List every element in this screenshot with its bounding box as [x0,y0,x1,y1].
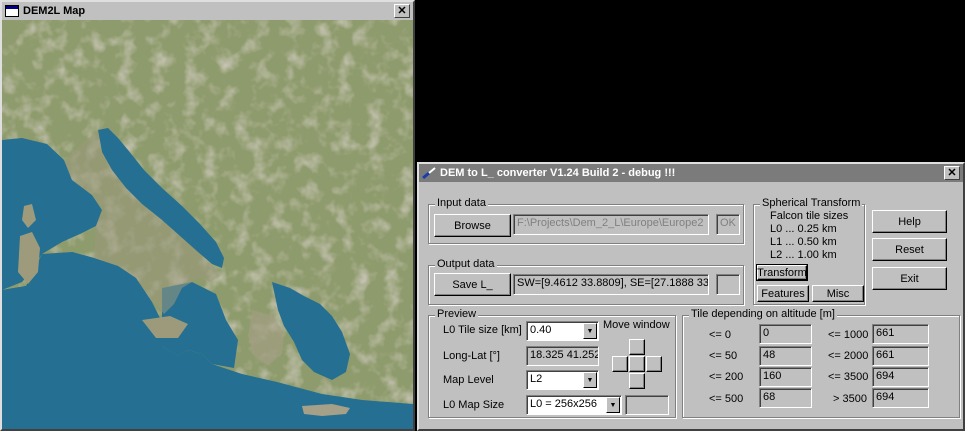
altitude-right-label: <= 2000 [828,350,869,362]
converter-window-title: DEM to L_ converter V1.24 Build 2 - debu… [440,167,676,179]
altitude-left-label: <= 500 [709,393,744,405]
misc-button[interactable]: Misc [812,285,864,302]
altitude-left-value[interactable]: 68 [759,388,812,408]
browse-button[interactable]: Browse [434,214,511,237]
tile-size-value: 0.40 [530,324,552,336]
tile-size-select[interactable]: 0.40 ▼ [526,321,599,341]
spherical-transform-label: Spherical Transform [760,197,863,209]
input-path-field[interactable]: F:\Projects\Dem_2_L\Europe\Europe2 [513,214,709,235]
chevron-down-icon[interactable]: ▼ [583,323,597,339]
window-icon [5,5,19,17]
longlat-label: Long-Lat [°] [443,350,500,362]
map-level-value: L2 [530,373,543,385]
reset-button[interactable]: Reset [872,238,947,261]
exit-button[interactable]: Exit [872,267,947,290]
help-button[interactable]: Help [872,210,947,233]
preview-label: Preview [435,308,479,320]
map-size-label: L0 Map Size [443,399,505,411]
move-up-button[interactable] [629,339,645,355]
move-window-label: Move window [603,319,670,331]
map-window: DEM2L Map ✕ [0,0,415,431]
altitude-right-value[interactable]: 694 [872,388,929,408]
altitude-left-value[interactable]: 0 [759,324,812,344]
map-size-value: L0 = 256x256 [530,398,597,410]
app-icon [422,167,436,179]
move-down-button[interactable] [629,373,645,389]
move-center-button[interactable] [629,356,645,372]
longlat-field: 18.325 41.252 [526,346,599,366]
altitude-group-label: Tile depending on altitude [m] [689,308,837,320]
transform-button[interactable]: Transform [756,264,808,281]
output-extra-field [716,274,740,295]
converter-window-titlebar[interactable]: DEM to L_ converter V1.24 Build 2 - debu… [419,164,963,182]
altitude-left-value[interactable]: 48 [759,346,812,366]
tile-size-label: L0 Tile size [km] [443,324,522,336]
altitude-left-label: <= 0 [709,329,732,341]
terrain-map-image [2,20,413,429]
tile-size-l1: L1 ... 0.50 km [770,236,837,248]
terrain-map[interactable] [2,20,413,429]
altitude-left-label: <= 200 [709,371,744,383]
altitude-left-label: <= 50 [709,350,738,362]
save-l-button[interactable]: Save L_ [434,273,511,296]
close-icon[interactable]: ✕ [944,166,960,180]
move-left-button[interactable] [612,356,628,372]
map-size-extra-field [625,395,669,415]
map-level-label: Map Level [443,374,494,386]
map-size-select[interactable]: L0 = 256x256 ▼ [526,395,622,415]
move-right-button[interactable] [646,356,662,372]
altitude-right-label: > 3500 [833,393,867,405]
output-coords-field[interactable]: SW=[9.4612 33.8809], SE=[27.1888 33 [513,274,709,295]
altitude-right-value[interactable]: 661 [872,324,929,344]
falcon-tile-sizes-heading: Falcon tile sizes [770,210,849,222]
altitude-right-label: <= 1000 [828,329,869,341]
altitude-left-value[interactable]: 160 [759,367,812,387]
converter-window: DEM to L_ converter V1.24 Build 2 - debu… [417,162,965,431]
input-data-label: Input data [435,197,488,209]
map-window-title: DEM2L Map [23,5,86,17]
altitude-right-label: <= 3500 [828,371,869,383]
map-level-select[interactable]: L2 ▼ [526,370,599,390]
close-icon[interactable]: ✕ [394,4,410,18]
map-window-titlebar[interactable]: DEM2L Map ✕ [2,2,413,20]
features-button[interactable]: Features [757,285,809,302]
output-data-label: Output data [435,258,497,270]
altitude-right-value[interactable]: 694 [872,367,929,387]
chevron-down-icon[interactable]: ▼ [606,397,620,413]
chevron-down-icon[interactable]: ▼ [583,372,597,388]
tile-size-l0: L0 ... 0.25 km [770,223,837,235]
altitude-right-value[interactable]: 661 [872,346,929,366]
tile-size-l2: L2 ... 1.00 km [770,249,837,261]
ok-indicator: OK [716,214,740,235]
